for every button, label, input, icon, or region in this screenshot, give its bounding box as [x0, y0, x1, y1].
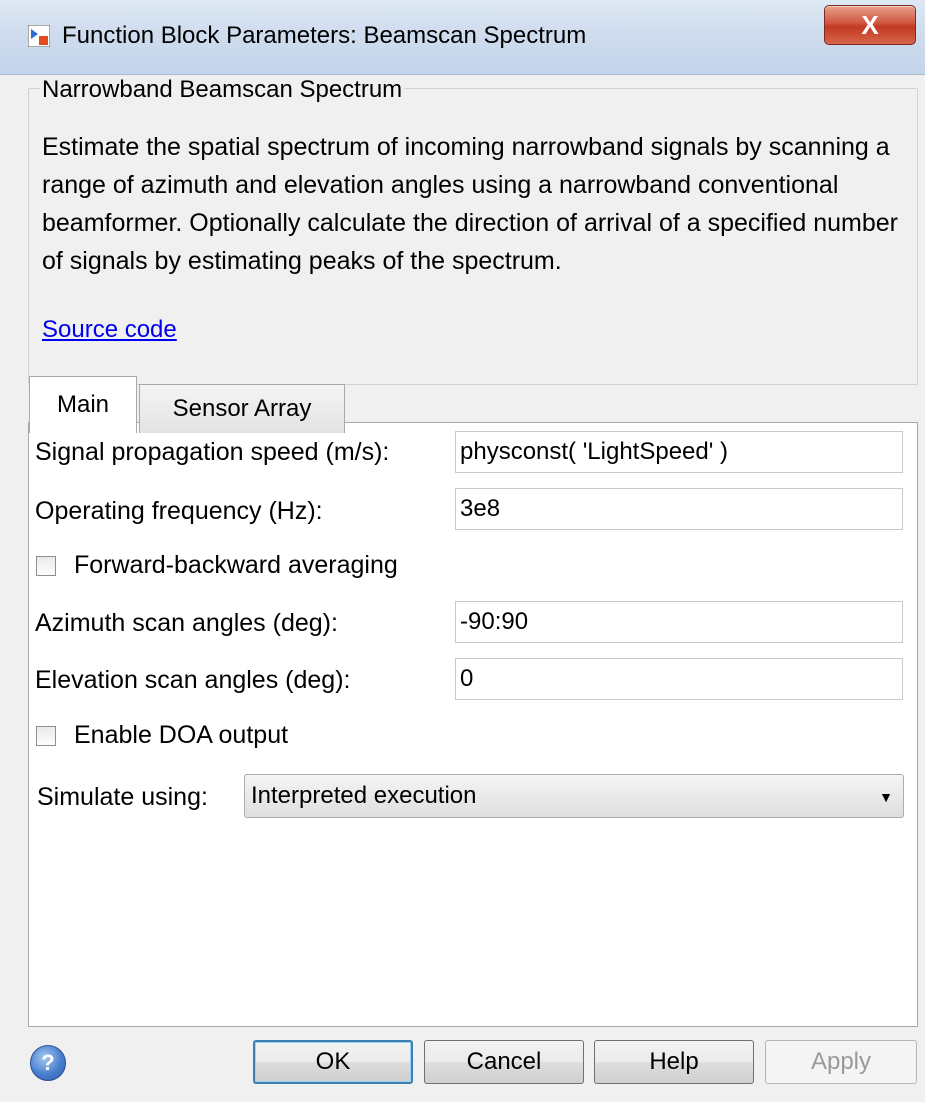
- tab-sensor-array[interactable]: Sensor Array: [139, 384, 345, 433]
- source-code-link[interactable]: Source code: [42, 316, 177, 344]
- operating-frequency-label: Operating frequency (Hz):: [35, 497, 323, 525]
- propagation-speed-field[interactable]: [455, 431, 903, 473]
- fb-averaging-label: Forward-backward averaging: [74, 551, 398, 579]
- propagation-speed-label: Signal propagation speed (m/s):: [35, 438, 390, 466]
- title-bar: Function Block Parameters: Beamscan Spec…: [0, 0, 925, 75]
- apply-button[interactable]: Apply: [765, 1040, 917, 1084]
- description-text: Estimate the spatial spectrum of incomin…: [42, 133, 898, 275]
- window-title: Function Block Parameters: Beamscan Spec…: [62, 22, 587, 49]
- doa-output-label: Enable DOA output: [74, 721, 289, 749]
- tab-main[interactable]: Main: [29, 376, 137, 433]
- azimuth-field[interactable]: [455, 601, 903, 643]
- fb-averaging-checkbox[interactable]: [36, 556, 56, 576]
- cancel-button[interactable]: Cancel: [424, 1040, 584, 1084]
- simulink-block-icon: [28, 25, 50, 47]
- elevation-field[interactable]: [455, 658, 903, 700]
- help-button[interactable]: Help: [594, 1040, 754, 1084]
- description-group-title: Narrowband Beamscan Spectrum: [40, 76, 405, 104]
- elevation-label: Elevation scan angles (deg):: [35, 666, 351, 694]
- doa-output-checkbox[interactable]: [36, 726, 56, 746]
- help-circle-icon[interactable]: ?: [30, 1045, 66, 1081]
- operating-frequency-field[interactable]: [455, 488, 903, 530]
- simulate-using-value: Interpreted execution: [251, 782, 477, 809]
- simulate-using-dropdown[interactable]: Interpreted execution ▼: [244, 774, 904, 818]
- azimuth-label: Azimuth scan angles (deg):: [35, 609, 338, 637]
- close-button[interactable]: X: [824, 5, 916, 45]
- chevron-down-icon: ▼: [879, 789, 893, 805]
- simulate-using-label: Simulate using:: [37, 783, 208, 811]
- ok-button[interactable]: OK: [253, 1040, 413, 1084]
